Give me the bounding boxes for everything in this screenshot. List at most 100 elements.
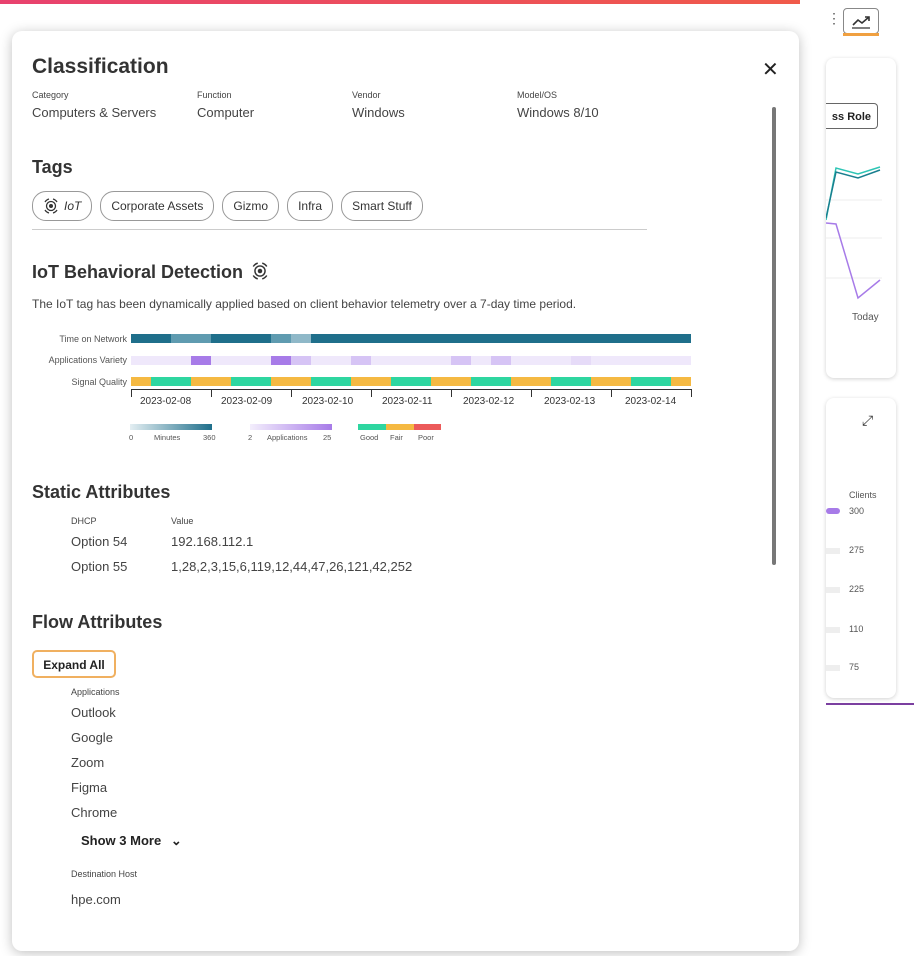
client-value: 75: [849, 662, 860, 672]
axis-tick: [691, 389, 692, 397]
time-on-network-bar: [131, 334, 691, 343]
timeline-segment: [311, 334, 691, 343]
timeline-segment: [591, 377, 631, 386]
timeline-segment: [291, 334, 311, 343]
timeline-segment: [131, 334, 171, 343]
axis-tick: [451, 389, 452, 397]
scrollbar[interactable]: [772, 107, 776, 565]
tags-title: Tags: [32, 157, 73, 177]
static-row-key: Option 54: [71, 534, 128, 549]
date-label: 2023-02-12: [463, 396, 515, 407]
static-col-dhcp: DHCP: [71, 516, 97, 526]
timeline-segment: [151, 377, 191, 386]
timeline-segment: [271, 334, 291, 343]
trend-chart-icon: [852, 16, 870, 29]
row-label-signal-quality: Signal Quality: [71, 377, 127, 387]
timeline-segment: [291, 356, 311, 365]
legend-minutes-max: 360: [203, 433, 216, 442]
tag-smart-stuff[interactable]: Smart Stuff: [341, 191, 423, 221]
legend-minutes-label: Minutes: [154, 433, 181, 442]
destination-host-label: Destination Host: [71, 869, 138, 879]
destination-host-value: hpe.com: [71, 892, 121, 907]
client-value: 300: [849, 506, 865, 516]
timeline-segment: [391, 377, 431, 386]
timeline-segment: [551, 377, 591, 386]
iot-sensor-icon: [44, 198, 58, 214]
tag-gizmo[interactable]: Gizmo: [222, 191, 280, 221]
client-value: 110: [849, 624, 864, 634]
axis-tick: [131, 389, 132, 397]
tag-label: IoT: [64, 199, 82, 213]
close-icon[interactable]: ✕: [762, 57, 779, 82]
axis-tick: [371, 389, 372, 397]
application-item: Google: [71, 730, 113, 745]
timeline-segment: [671, 377, 691, 386]
client-row-bar: [826, 665, 840, 671]
timeline-segment: [351, 356, 371, 365]
timeline-segment: [431, 377, 471, 386]
timeline-segment: [231, 377, 271, 386]
applications-legend-gradient: [250, 424, 332, 430]
client-details-modal: ✕ Classification Category Computers & Se…: [12, 31, 799, 951]
legend-apps-label: Applications: [267, 433, 308, 442]
applications-variety-bar: [131, 356, 691, 365]
client-value: 275: [849, 545, 865, 555]
section-divider: [32, 229, 647, 230]
date-label: 2023-02-13: [544, 396, 596, 407]
timeline-segment: [591, 356, 691, 365]
date-label: 2023-02-08: [140, 396, 192, 407]
model-os-value: Windows 8/10: [517, 105, 599, 120]
client-row-bar: [826, 587, 840, 593]
row-label-applications-variety: Applications Variety: [48, 355, 127, 365]
more-options-icon[interactable]: ⋮: [827, 10, 841, 27]
function-label: Function: [197, 90, 232, 100]
legend-apps-min: 2: [248, 433, 253, 442]
client-value: 225: [849, 584, 865, 594]
row-label-time-on-network: Time on Network: [59, 334, 127, 344]
timeline-segment: [131, 356, 191, 365]
category-label: Category: [32, 90, 69, 100]
timeline-segment: [511, 377, 551, 386]
expand-all-button[interactable]: Expand All: [32, 650, 116, 678]
chevron-down-icon: ⌄: [170, 833, 182, 848]
iot-detection-title: IoT Behavioral Detection: [32, 262, 269, 283]
application-item: Zoom: [71, 755, 105, 770]
timeline-segment: [271, 377, 311, 386]
role-button[interactable]: ss Role: [826, 103, 878, 129]
legend-good: Good: [360, 433, 379, 442]
axis-tick: [211, 389, 212, 397]
date-label: 2023-02-09: [221, 396, 273, 407]
application-item: Outlook: [71, 705, 116, 720]
legend-poor-swatch: [414, 424, 441, 430]
today-label: Today: [852, 312, 879, 323]
chart-view-toggle[interactable]: [843, 8, 879, 34]
timeline-segment: [191, 356, 211, 365]
vendor-label: Vendor: [352, 90, 381, 100]
show-more-button[interactable]: Show 3 More ⌄: [81, 833, 182, 849]
static-attributes-title: Static Attributes: [32, 482, 171, 502]
expand-icon[interactable]: ⤢: [862, 412, 873, 429]
tag-infra[interactable]: Infra: [287, 191, 334, 221]
client-row-bar: [826, 548, 840, 554]
background-divider: [826, 703, 914, 705]
timeline-segment: [471, 356, 491, 365]
applications-label: Applications: [71, 687, 120, 697]
minutes-legend-gradient: [130, 424, 212, 430]
legend-apps-max: 25: [323, 433, 332, 442]
tag-iot[interactable]: IoT: [32, 191, 93, 221]
static-row-value: 1,28,2,3,15,6,119,12,44,47,26,121,42,252: [171, 559, 413, 574]
category-value: Computers & Servers: [32, 105, 157, 120]
date-label: 2023-02-14: [625, 396, 677, 407]
vendor-value: Windows: [352, 105, 405, 120]
date-axis: [131, 389, 691, 390]
timeline-segment: [471, 377, 511, 386]
axis-tick: [531, 389, 532, 397]
timeline-segment: [211, 334, 271, 343]
application-item: Chrome: [71, 805, 118, 820]
iot-sensor-icon: [252, 262, 268, 280]
legend-minutes-min: 0: [129, 433, 134, 442]
tag-corporate-assets[interactable]: Corporate Assets: [100, 191, 215, 221]
timeline-segment: [131, 377, 151, 386]
timeline-segment: [311, 377, 351, 386]
axis-tick: [291, 389, 292, 397]
